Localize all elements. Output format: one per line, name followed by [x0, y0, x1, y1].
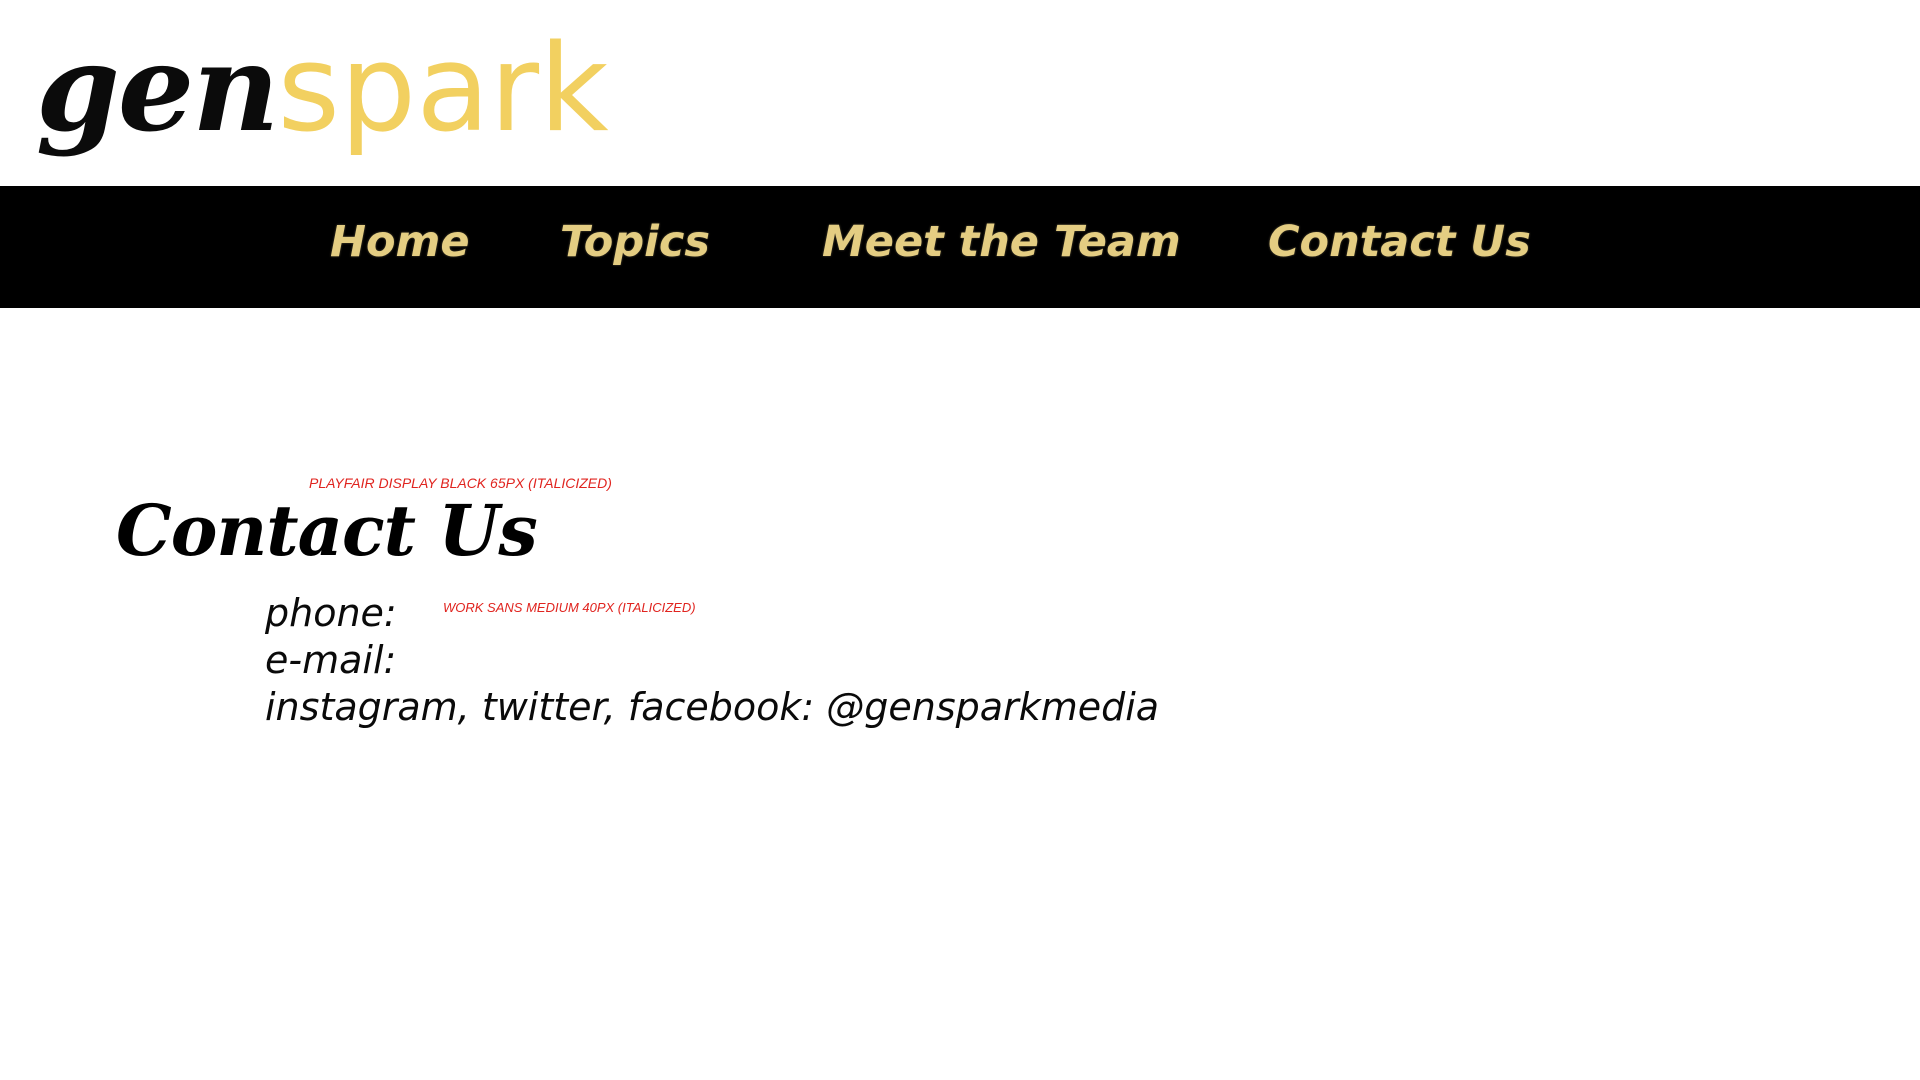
contact-phone-line: phone:	[265, 591, 397, 635]
gen-spark-logo[interactable]: gen spark	[36, 14, 609, 164]
logo-gen-text: gen	[36, 18, 279, 159]
nav-item-topics[interactable]: Topics	[560, 186, 710, 308]
header: gen spark	[0, 0, 1920, 186]
contact-email-line: e-mail:	[265, 638, 397, 682]
logo-spark-text: spark	[277, 20, 609, 159]
nav-item-home[interactable]: Home	[330, 186, 470, 308]
contact-info-list: phone: e-mail: instagram, twitter, faceb…	[265, 590, 1159, 731]
page: gen spark Home Topics Meet the Team Conta…	[0, 0, 1920, 1080]
nav-item-meet-the-team[interactable]: Meet the Team	[822, 186, 1181, 308]
page-title: Contact Us	[116, 489, 538, 572]
nav-item-contact-us[interactable]: Contact Us	[1268, 186, 1531, 308]
contact-social-line: instagram, twitter, facebook: @gensparkm…	[265, 685, 1160, 729]
main-navigation-bar: Home Topics Meet the Team Contact Us	[0, 186, 1920, 308]
